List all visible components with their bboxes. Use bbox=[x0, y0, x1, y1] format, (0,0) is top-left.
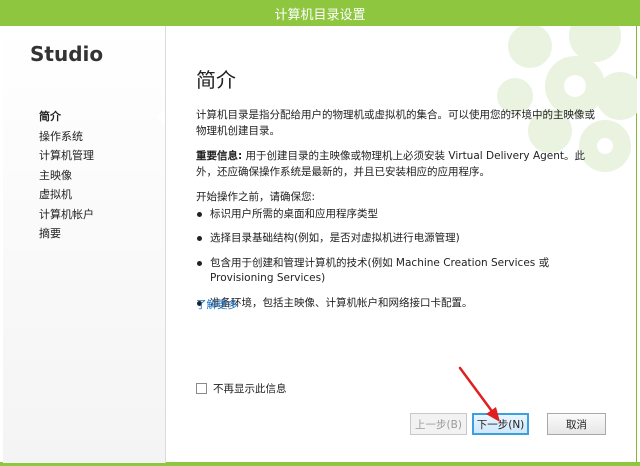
step-machine-management[interactable]: 计算机管理 bbox=[39, 146, 94, 166]
intro-content: 计算机目录是指分配给用户的物理机或虚拟机的集合。可以使用您的环境中的主映像或物理… bbox=[196, 108, 600, 320]
before-start-text: 开始操作之前，请确保您: bbox=[196, 191, 316, 203]
important-text: 用于创建目录的主映像或物理机上必须安装 Virtual Delivery Age… bbox=[196, 150, 586, 178]
page-title: 简介 bbox=[196, 68, 236, 92]
prerequisite-list: 标识用户所需的桌面和应用程序类型 选择目录基础结构(例如，是否对虚拟机进行电源管… bbox=[196, 207, 600, 312]
dont-show-again-checkbox[interactable] bbox=[196, 383, 207, 394]
sidebar bbox=[3, 26, 166, 463]
red-arrow-annotation bbox=[458, 366, 500, 422]
intro-text: 计算机目录是指分配给用户的物理机或虚拟机的集合。可以使用您的环境中的主映像或物理… bbox=[196, 109, 595, 137]
learn-more-link[interactable]: 了解更多 bbox=[196, 297, 238, 312]
step-master-image[interactable]: 主映像 bbox=[39, 166, 94, 186]
dont-show-again-label[interactable]: 不再显示此信息 bbox=[213, 381, 287, 396]
step-intro[interactable]: 简介 bbox=[39, 107, 94, 127]
studio-brand: Studio bbox=[30, 42, 104, 66]
important-label: 重要信息: bbox=[196, 150, 243, 162]
window-title: 计算机目录设置 bbox=[274, 7, 366, 23]
prerequisite-item: 准备环境，包括主映像、计算机帐户和网络接口卡配置。 bbox=[196, 296, 600, 312]
step-virtual-machines[interactable]: 虚拟机 bbox=[39, 185, 94, 205]
window-titlebar: 计算机目录设置 bbox=[0, 0, 640, 26]
wizard-steps: 简介 操作系统 计算机管理 主映像 虚拟机 计算机帐户 摘要 bbox=[39, 107, 94, 244]
active-step-pointer bbox=[156, 109, 165, 125]
important-note: 重要信息: 用于创建目录的主映像或物理机上必须安装 Virtual Delive… bbox=[196, 149, 600, 180]
prerequisite-item: 包含用于创建和管理计算机的技术(例如 Machine Creation Serv… bbox=[196, 256, 600, 287]
step-summary[interactable]: 摘要 bbox=[39, 224, 94, 244]
prerequisite-item: 选择目录基础结构(例如，是否对虚拟机进行电源管理) bbox=[196, 231, 600, 247]
prerequisite-item: 标识用户所需的桌面和应用程序类型 bbox=[196, 207, 600, 223]
dont-show-again-row[interactable]: 不再显示此信息 bbox=[196, 381, 287, 396]
step-machine-accounts[interactable]: 计算机帐户 bbox=[39, 205, 94, 225]
step-operating-system[interactable]: 操作系统 bbox=[39, 127, 94, 147]
cancel-button[interactable]: 取消 bbox=[547, 413, 606, 435]
